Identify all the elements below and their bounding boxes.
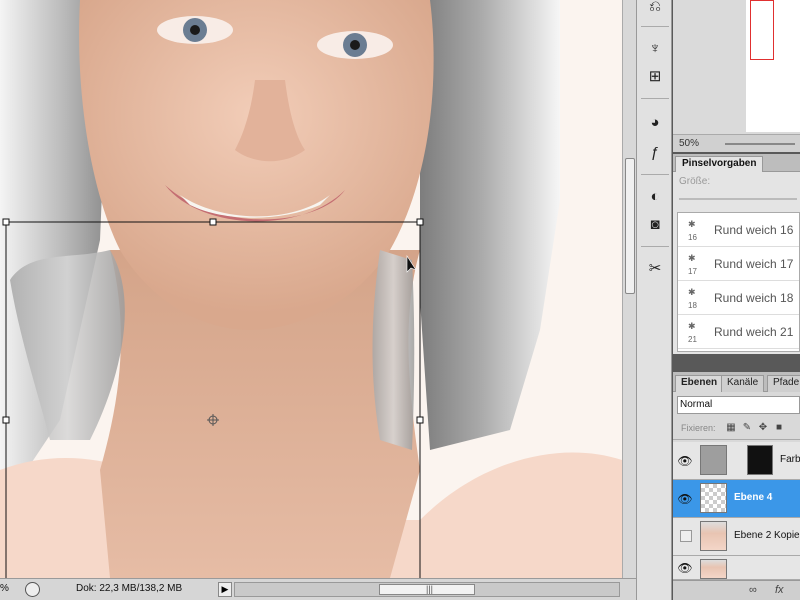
photoshop-window: % Dok: 22,3 MB/138,2 MB ▶ ||| ⎌ ♆ ⊞ ◕ ƒ … xyxy=(0,0,800,600)
eye-icon[interactable]: 👁 xyxy=(677,453,693,469)
clone-stamp-icon[interactable]: ♆ xyxy=(643,38,667,60)
layers-tabbar: Ebenen Kanäle Pfade xyxy=(673,372,800,392)
horizontal-scrollbar[interactable]: ||| xyxy=(234,582,620,597)
visibility-toggle[interactable] xyxy=(680,530,692,542)
brush-size-label: Größe: xyxy=(679,176,711,187)
vertical-scrollbar[interactable] xyxy=(622,0,636,578)
adjustments-icon[interactable]: ◐ xyxy=(643,186,667,208)
layer-thumbnail xyxy=(700,559,727,579)
lock-all-icon[interactable]: ■ xyxy=(773,422,785,434)
navigator-panel: 50% xyxy=(673,0,800,152)
swatches-icon[interactable]: ◕ xyxy=(643,112,667,134)
layer-thumbnail xyxy=(700,483,727,513)
document-canvas[interactable] xyxy=(0,0,622,578)
layer-row[interactable]: 👁 Ebene 4 xyxy=(673,480,800,518)
lock-label: Fixieren: xyxy=(681,423,716,433)
icon-separator xyxy=(641,26,669,27)
layer-mask-thumbnail xyxy=(747,445,773,475)
brush-size-number: 17 xyxy=(688,267,697,276)
icon-separator xyxy=(641,174,669,175)
navigator-zoom-value[interactable]: 50% xyxy=(679,138,699,149)
horizontal-scroll-thumb[interactable]: ||| xyxy=(379,584,475,595)
brush-size-number: 21 xyxy=(688,335,697,344)
brush-item[interactable]: ✱ 17 Rund weich 17 xyxy=(678,247,799,281)
navigator-preview[interactable] xyxy=(746,0,800,132)
brush-size-slider[interactable] xyxy=(679,198,797,200)
status-menu-arrow-icon[interactable]: ▶ xyxy=(218,582,232,597)
scroll-grip-icon: ||| xyxy=(426,584,434,594)
blend-mode-select[interactable]: Normal xyxy=(677,396,800,414)
navigator-view-box[interactable] xyxy=(750,0,774,60)
canvas-image xyxy=(0,0,622,578)
info-globe-icon[interactable] xyxy=(25,582,40,597)
layers-panel: Ebenen Kanäle Pfade Normal Fixieren: ▦ ✎… xyxy=(673,372,800,600)
lock-row: Fixieren: ▦ ✎ ✥ ■ xyxy=(673,418,800,440)
brush-size-number: 16 xyxy=(688,233,697,242)
link-icon[interactable]: ∞ xyxy=(749,584,757,596)
styles-icon[interactable]: ƒ xyxy=(643,142,667,164)
history-brush-icon[interactable]: ⎌ xyxy=(643,0,667,18)
layer-thumbnail xyxy=(700,521,727,551)
tab-channels[interactable]: Kanäle xyxy=(721,375,765,392)
navigator-zoom-row: 50% xyxy=(673,134,800,152)
layer-row[interactable]: 👁 Farb xyxy=(673,442,800,480)
layer-row[interactable]: 👁 xyxy=(673,556,800,580)
fx-icon[interactable]: fx xyxy=(775,584,784,596)
icon-separator xyxy=(641,98,669,99)
layer-row[interactable]: Ebene 2 Kopie xyxy=(673,518,800,556)
brush-presets-panel: Pinselvorgaben Größe: ✱ 16 Rund weich 16… xyxy=(673,154,800,354)
layer-thumbnail xyxy=(700,445,727,475)
lock-move-icon[interactable]: ✥ xyxy=(757,422,769,434)
layer-name: Ebene 4 xyxy=(734,492,773,503)
navigator-zoom-slider[interactable] xyxy=(725,143,795,145)
layers-bottom-bar: ∞ fx xyxy=(673,580,800,600)
brush-tip-icon: ✱ xyxy=(688,287,696,297)
brush-size-number: 18 xyxy=(688,301,697,310)
lock-brush-icon[interactable]: ✎ xyxy=(741,422,753,434)
brush-presets-tabbar: Pinselvorgaben xyxy=(673,154,800,172)
brush-list: ✱ 16 Rund weich 16 ✱ 17 Rund weich 17 ✱ … xyxy=(677,212,800,352)
tab-paths[interactable]: Pfade xyxy=(767,375,800,392)
brush-name: Rund weich 16 xyxy=(714,223,794,237)
tab-brush-presets[interactable]: Pinselvorgaben xyxy=(675,156,764,172)
pattern-stamp-icon[interactable]: ⊞ xyxy=(643,66,667,88)
brush-name: Rund weich 18 xyxy=(714,291,794,305)
vertical-scroll-thumb[interactable] xyxy=(625,158,635,294)
brush-name: Rund weich 17 xyxy=(714,257,794,271)
masks-icon[interactable]: ◙ xyxy=(643,214,667,236)
brush-item[interactable]: ✱ 16 Rund weich 16 xyxy=(678,213,799,247)
status-bar: % Dok: 22,3 MB/138,2 MB ▶ ||| xyxy=(0,578,636,600)
lock-transparency-icon[interactable]: ▦ xyxy=(725,422,737,434)
icon-separator xyxy=(641,246,669,247)
tools-icon[interactable]: ✂ xyxy=(643,258,667,280)
panel-icon-strip: ⎌ ♆ ⊞ ◕ ƒ ◐ ◙ ✂ xyxy=(636,0,672,600)
brush-tip-icon: ✱ xyxy=(688,219,696,229)
eye-icon[interactable]: 👁 xyxy=(677,560,693,576)
tab-layers[interactable]: Ebenen xyxy=(675,375,724,392)
brush-tip-icon: ✱ xyxy=(688,253,696,263)
document-size-info: Dok: 22,3 MB/138,2 MB xyxy=(76,583,183,594)
zoom-readout[interactable]: % xyxy=(0,583,9,594)
brush-item[interactable]: ✱ 18 Rund weich 18 xyxy=(678,281,799,315)
brush-item[interactable]: ✱ 21 Rund weich 21 xyxy=(678,315,799,349)
eye-icon[interactable]: 👁 xyxy=(677,491,693,507)
brush-tip-icon: ✱ xyxy=(688,321,696,331)
layer-name: Farb xyxy=(780,454,800,465)
brush-name: Rund weich 21 xyxy=(714,325,794,339)
layer-name: Ebene 2 Kopie xyxy=(734,530,800,541)
